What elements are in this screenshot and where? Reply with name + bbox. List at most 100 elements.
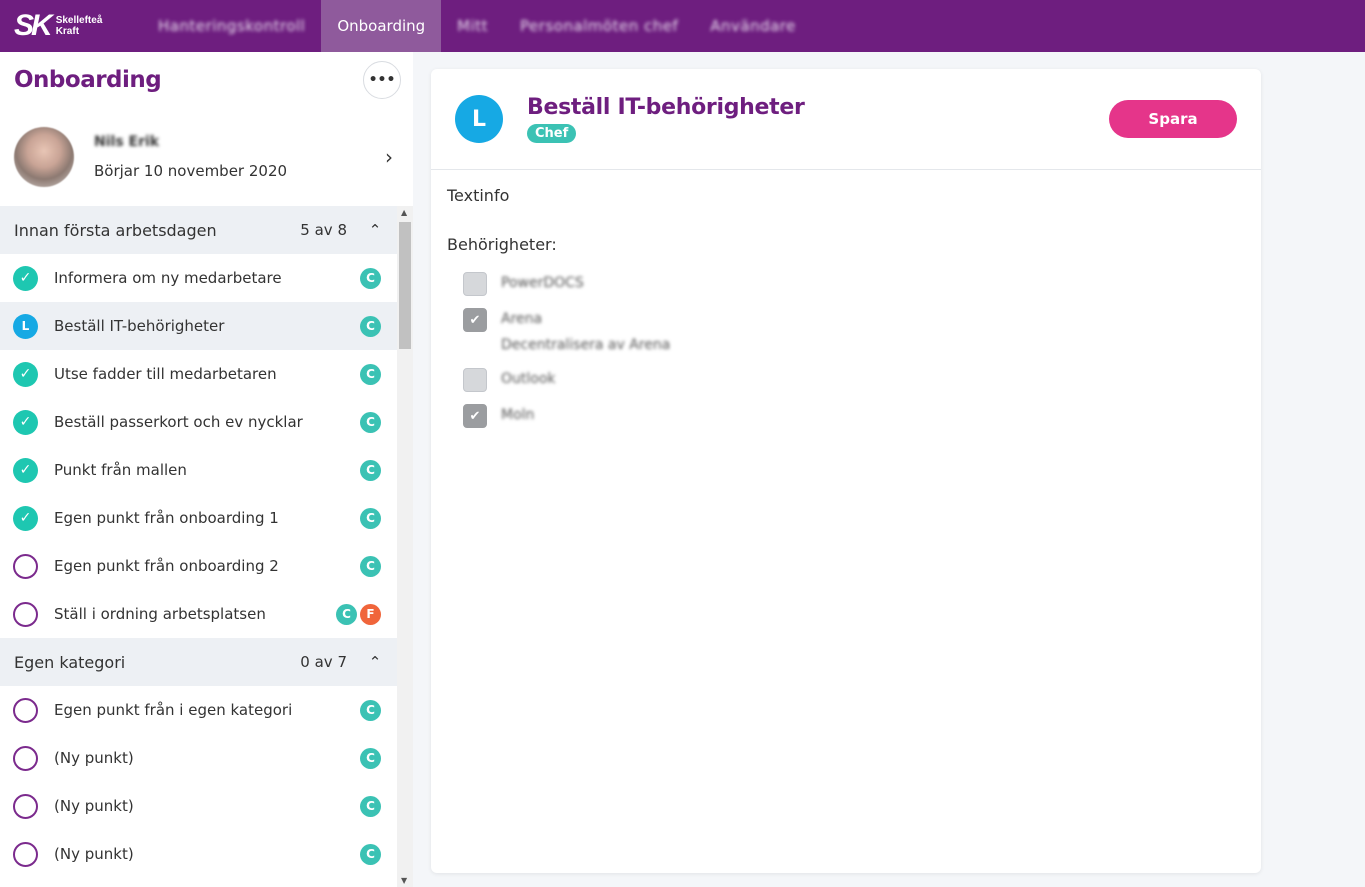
circle-icon[interactable] [13, 697, 38, 723]
nav-item-personalmoten[interactable]: Personalmöten chef [504, 0, 694, 52]
sidebar-scrollbar[interactable]: ▲ ▼ [397, 206, 413, 887]
check-icon[interactable]: ✓ [13, 505, 38, 531]
assignee-badges: C [360, 411, 381, 433]
assignee-badges: C [360, 507, 381, 529]
permission-item: ✔ Arena Decentralisera av Arena [463, 308, 1245, 368]
task-label: (Ny punkt) [54, 797, 134, 815]
nav-item-hanteringskontroll[interactable]: Hanteringskontroll [142, 0, 321, 52]
check-icon[interactable]: ✓ [13, 265, 38, 291]
sidebar: Onboarding ••• Nils Erik Börjar 10 novem… [0, 52, 413, 887]
permission-label: Moln [501, 407, 535, 423]
scrollbar-thumb[interactable] [399, 222, 411, 349]
page-title: Onboarding [14, 67, 162, 93]
task-item[interactable]: ✓ Beställ passerkort och ev nycklar C [0, 398, 397, 446]
logo-line-1: Skellefteå [55, 15, 103, 26]
permission-checkbox[interactable] [463, 272, 487, 296]
permission-text: Arena Decentralisera av Arena [501, 308, 670, 353]
task-item[interactable]: ✓ Utse fadder till medarbetaren C [0, 350, 397, 398]
scroll-down-arrow-icon[interactable]: ▼ [401, 876, 407, 885]
circle-icon[interactable] [13, 553, 38, 579]
employee-name: Nils Erik [94, 134, 160, 150]
assignee-badge: C [360, 507, 381, 529]
nav-item-mitt[interactable]: Mitt [441, 0, 504, 52]
status-letter: L [471, 106, 487, 132]
top-navigation: SK Skellefteå Kraft Hanteringskontroll O… [0, 0, 1365, 52]
chevron-up-icon[interactable]: ⌃ [367, 221, 383, 239]
check-icon[interactable]: ✓ [13, 457, 38, 483]
assignee-badge: C [360, 459, 381, 481]
permissions-list: PowerDOCS ✔ Arena Decentralisera av Arena Ou… [447, 272, 1245, 440]
task-item[interactable]: ✓ Punkt från mallen C [0, 446, 397, 494]
more-options-button[interactable]: ••• [363, 61, 401, 99]
assignee-badge: C [360, 411, 381, 433]
circle-icon[interactable] [13, 841, 38, 867]
task-item[interactable]: L Beställ IT-behörigheter C [0, 302, 397, 350]
category-header[interactable]: Innan första arbetsdagen 5 av 8 ⌃ [0, 206, 397, 254]
task-item[interactable]: Egen punkt från i egen kategori C [0, 686, 397, 734]
assignee-badge: C [360, 555, 381, 577]
task-title: Beställ IT-behörigheter [527, 95, 805, 120]
scroll-up-arrow-icon[interactable]: ▲ [401, 208, 407, 217]
permission-text: Outlook [501, 368, 556, 387]
chevron-up-icon[interactable]: ⌃ [367, 653, 383, 671]
logo-text: Skellefteå Kraft [56, 15, 103, 37]
assignee-badge: C [360, 747, 381, 769]
assignee-badges: C [360, 843, 381, 865]
task-label: Beställ passerkort och ev nycklar [54, 413, 303, 431]
task-item[interactable]: ✓ Egen punkt från onboarding 1 C [0, 494, 397, 542]
assignee-badge: C [360, 699, 381, 721]
assignee-badge: C [360, 267, 381, 289]
circle-icon[interactable] [13, 745, 38, 771]
permission-checkbox[interactable] [463, 368, 487, 392]
category-progress: 5 av 8 [300, 221, 347, 239]
category-name: Egen kategori [14, 652, 126, 672]
task-item[interactable]: (Ny punkt) C [0, 734, 397, 782]
nav-item-onboarding[interactable]: Onboarding [321, 0, 442, 52]
nav-item-label: Användare [710, 17, 796, 35]
assignee-badges: C [360, 363, 381, 385]
task-item[interactable]: (Ny punkt) C [0, 830, 397, 878]
clock-icon[interactable]: L [13, 313, 38, 339]
task-item[interactable]: (Ny punkt) C [0, 782, 397, 830]
save-button[interactable]: Spara [1109, 100, 1237, 138]
circle-icon[interactable] [13, 601, 38, 627]
assignee-badges: C [360, 699, 381, 721]
task-label: Beställ IT-behörigheter [54, 317, 225, 335]
task-item[interactable]: ✓ Informera om ny medarbetare C [0, 254, 397, 302]
clock-icon: L [455, 95, 503, 143]
permission-checkbox[interactable]: ✔ [463, 404, 487, 428]
permission-label: PowerDOCS [501, 275, 584, 291]
logo-mark: SK [14, 9, 53, 42]
check-icon[interactable]: ✓ [13, 409, 38, 435]
assignee-badge: F [360, 603, 381, 625]
permissions-heading: Behörigheter: [447, 235, 557, 254]
check-icon[interactable]: ✓ [13, 361, 38, 387]
category-header[interactable]: Egen kategori 0 av 7 ⌃ [0, 638, 397, 686]
assignee-badges: C [360, 267, 381, 289]
sidebar-header: Onboarding ••• [0, 52, 413, 108]
circle-icon[interactable] [13, 793, 38, 819]
assignee-badges: C [360, 747, 381, 769]
employee-card[interactable]: Nils Erik Börjar 10 november 2020 › [0, 108, 413, 206]
task-item[interactable]: Ställ i ordning arbetsplatsen C F [0, 590, 397, 638]
chevron-right-icon[interactable]: › [385, 145, 393, 169]
assignee-badges: CF [336, 603, 381, 625]
assignee-badge: C [360, 363, 381, 385]
assignee-badge: C [360, 315, 381, 337]
assignee-badge: C [336, 603, 357, 625]
nav-item-anvandare[interactable]: Användare [694, 0, 812, 52]
permission-label: Arena [501, 311, 543, 327]
nav-item-label: Mitt [457, 17, 489, 35]
task-label: Ställ i ordning arbetsplatsen [54, 605, 266, 623]
permission-checkbox[interactable]: ✔ [463, 308, 487, 332]
task-label: Egen punkt från i egen kategori [54, 701, 293, 719]
assignee-badge: C [360, 843, 381, 865]
brand-logo[interactable]: SK Skellefteå Kraft [0, 0, 142, 52]
permission-text: PowerDOCS [501, 272, 584, 291]
permission-sublabel: Decentralisera av Arena [501, 337, 671, 353]
task-list: Innan första arbetsdagen 5 av 8 ⌃ ✓ Informer… [0, 206, 397, 887]
task-item[interactable]: Egen punkt från onboarding 2 C [0, 542, 397, 590]
task-label: Utse fadder till medarbetaren [54, 365, 277, 383]
role-badge: Chef [527, 124, 577, 143]
assignee-badge: C [360, 795, 381, 817]
